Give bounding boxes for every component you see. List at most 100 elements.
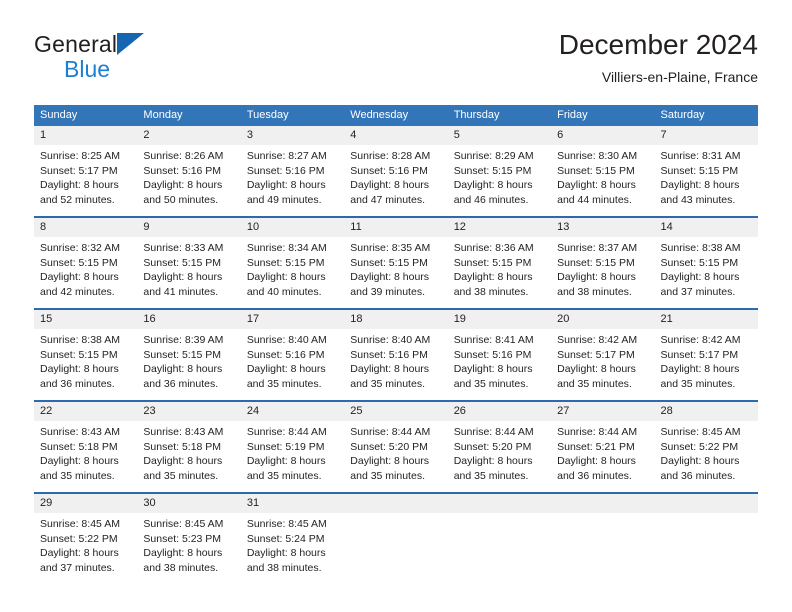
sunset-text: Sunset: 5:17 PM bbox=[660, 348, 739, 361]
day-number: 10 bbox=[240, 218, 345, 237]
day-cell[interactable]: 19 Sunrise: 8:41 AM Sunset: 5:16 PM Dayl… bbox=[447, 310, 552, 395]
triangle-icon bbox=[117, 33, 144, 55]
day-details: Sunrise: 8:45 AM Sunset: 5:22 PM Dayligh… bbox=[34, 513, 137, 575]
day-cell[interactable]: 20 Sunrise: 8:42 AM Sunset: 5:17 PM Dayl… bbox=[551, 310, 655, 395]
daylight-text-line2: and 36 minutes. bbox=[557, 469, 632, 482]
day-details: Sunrise: 8:41 AM Sunset: 5:16 PM Dayligh… bbox=[448, 329, 551, 391]
day-details: Sunrise: 8:26 AM Sunset: 5:16 PM Dayligh… bbox=[137, 145, 240, 207]
daylight-text-line1: Daylight: 8 hours bbox=[40, 363, 119, 375]
sunset-text: Sunset: 5:15 PM bbox=[40, 348, 118, 361]
sunrise-text: Sunrise: 8:37 AM bbox=[557, 242, 638, 254]
day-cell[interactable]: 10 Sunrise: 8:34 AM Sunset: 5:15 PM Dayl… bbox=[240, 218, 345, 303]
day-cell[interactable]: 25 Sunrise: 8:44 AM Sunset: 5:20 PM Dayl… bbox=[344, 402, 448, 487]
sunset-text: Sunset: 5:22 PM bbox=[660, 440, 739, 453]
sunset-text: Sunset: 5:16 PM bbox=[246, 164, 325, 177]
day-cell[interactable]: 13 Sunrise: 8:37 AM Sunset: 5:15 PM Dayl… bbox=[551, 218, 655, 303]
daylight-text-line2: and 38 minutes. bbox=[246, 561, 322, 574]
day-number bbox=[344, 494, 448, 513]
daylight-text-line2: and 35 minutes. bbox=[350, 377, 425, 390]
day-cell[interactable]: 11 Sunrise: 8:35 AM Sunset: 5:15 PM Dayl… bbox=[344, 218, 448, 303]
day-cell[interactable]: 4 Sunrise: 8:28 AM Sunset: 5:16 PM Dayli… bbox=[344, 126, 448, 211]
daylight-text-line2: and 40 minutes. bbox=[246, 285, 322, 298]
sunset-text: Sunset: 5:18 PM bbox=[143, 440, 222, 453]
day-cell[interactable]: 21 Sunrise: 8:42 AM Sunset: 5:17 PM Dayl… bbox=[654, 310, 758, 395]
daylight-text-line1: Daylight: 8 hours bbox=[557, 455, 636, 467]
day-number: 29 bbox=[34, 494, 138, 513]
daylight-text-line2: and 43 minutes. bbox=[660, 193, 736, 206]
sunrise-text: Sunrise: 8:30 AM bbox=[557, 150, 638, 162]
day-cell[interactable]: 24 Sunrise: 8:44 AM Sunset: 5:19 PM Dayl… bbox=[240, 402, 345, 487]
daylight-text-line1: Daylight: 8 hours bbox=[660, 271, 740, 283]
day-cell[interactable]: 26 Sunrise: 8:44 AM Sunset: 5:20 PM Dayl… bbox=[447, 402, 552, 487]
weekday-header-monday: Monday bbox=[143, 109, 183, 121]
daylight-text-line1: Daylight: 8 hours bbox=[453, 363, 533, 375]
sunrise-text: Sunrise: 8:34 AM bbox=[246, 242, 327, 254]
daylight-text-line2: and 52 minutes. bbox=[40, 193, 115, 206]
day-cell[interactable]: 8 Sunrise: 8:32 AM Sunset: 5:15 PM Dayli… bbox=[34, 218, 138, 303]
day-cell[interactable]: 15 Sunrise: 8:38 AM Sunset: 5:15 PM Dayl… bbox=[34, 310, 138, 395]
daylight-text-line1: Daylight: 8 hours bbox=[350, 271, 430, 283]
day-cell[interactable]: 17 Sunrise: 8:40 AM Sunset: 5:16 PM Dayl… bbox=[240, 310, 345, 395]
day-cell[interactable]: 22 Sunrise: 8:43 AM Sunset: 5:18 PM Dayl… bbox=[34, 402, 138, 487]
daylight-text-line1: Daylight: 8 hours bbox=[246, 455, 326, 467]
day-number: 12 bbox=[447, 218, 552, 237]
day-number: 16 bbox=[137, 310, 241, 329]
daylight-text-line2: and 35 minutes. bbox=[40, 469, 115, 482]
day-number: 21 bbox=[654, 310, 758, 329]
day-details: Sunrise: 8:38 AM Sunset: 5:15 PM Dayligh… bbox=[34, 329, 137, 391]
day-cell[interactable]: 16 Sunrise: 8:39 AM Sunset: 5:15 PM Dayl… bbox=[137, 310, 241, 395]
day-cell[interactable]: 23 Sunrise: 8:43 AM Sunset: 5:18 PM Dayl… bbox=[137, 402, 241, 487]
day-cell[interactable]: 14 Sunrise: 8:38 AM Sunset: 5:15 PM Dayl… bbox=[654, 218, 758, 303]
daylight-text-line2: and 39 minutes. bbox=[350, 285, 425, 298]
daylight-text-line2: and 46 minutes. bbox=[453, 193, 529, 206]
day-number: 22 bbox=[34, 402, 138, 421]
day-number: 26 bbox=[447, 402, 552, 421]
day-cell[interactable]: 1 Sunrise: 8:25 AM Sunset: 5:17 PM Dayli… bbox=[34, 126, 138, 211]
sunrise-text: Sunrise: 8:32 AM bbox=[40, 242, 120, 254]
daylight-text-line2: and 35 minutes. bbox=[453, 377, 529, 390]
day-number: 18 bbox=[344, 310, 448, 329]
day-number bbox=[551, 494, 655, 513]
day-cell[interactable]: 31 Sunrise: 8:45 AM Sunset: 5:24 PM Dayl… bbox=[240, 494, 345, 579]
sunset-text: Sunset: 5:24 PM bbox=[246, 532, 325, 545]
daylight-text-line1: Daylight: 8 hours bbox=[453, 271, 533, 283]
sunrise-text: Sunrise: 8:41 AM bbox=[453, 334, 534, 346]
day-cell[interactable]: 9 Sunrise: 8:33 AM Sunset: 5:15 PM Dayli… bbox=[137, 218, 241, 303]
day-cell[interactable]: 7 Sunrise: 8:31 AM Sunset: 5:15 PM Dayli… bbox=[654, 126, 758, 211]
sunrise-text: Sunrise: 8:36 AM bbox=[453, 242, 534, 254]
day-details bbox=[655, 513, 758, 517]
sunrise-text: Sunrise: 8:45 AM bbox=[660, 426, 741, 438]
day-cell[interactable]: 27 Sunrise: 8:44 AM Sunset: 5:21 PM Dayl… bbox=[551, 402, 655, 487]
week-row: 8 Sunrise: 8:32 AM Sunset: 5:15 PM Dayli… bbox=[34, 216, 758, 303]
calendar-page: General Blue December 2024 Villiers-en-P… bbox=[0, 0, 792, 612]
day-cell[interactable]: 12 Sunrise: 8:36 AM Sunset: 5:15 PM Dayl… bbox=[447, 218, 552, 303]
sunrise-text: Sunrise: 8:44 AM bbox=[557, 426, 638, 438]
day-cell[interactable]: 29 Sunrise: 8:45 AM Sunset: 5:22 PM Dayl… bbox=[34, 494, 138, 579]
daylight-text-line1: Daylight: 8 hours bbox=[40, 271, 119, 283]
page-header: General Blue December 2024 Villiers-en-P… bbox=[0, 0, 792, 100]
sunset-text: Sunset: 5:15 PM bbox=[660, 256, 739, 269]
day-number: 27 bbox=[551, 402, 655, 421]
daylight-text-line1: Daylight: 8 hours bbox=[350, 179, 430, 191]
weekday-header-tuesday: Tuesday bbox=[246, 109, 289, 121]
brand-logo[interactable]: General Blue bbox=[34, 31, 234, 87]
daylight-text-line1: Daylight: 8 hours bbox=[350, 363, 430, 375]
day-cell[interactable]: 2 Sunrise: 8:26 AM Sunset: 5:16 PM Dayli… bbox=[137, 126, 241, 211]
day-number: 6 bbox=[551, 126, 655, 145]
sunset-text: Sunset: 5:15 PM bbox=[143, 348, 222, 361]
day-cell[interactable]: 28 Sunrise: 8:45 AM Sunset: 5:22 PM Dayl… bbox=[654, 402, 758, 487]
daylight-text-line1: Daylight: 8 hours bbox=[143, 179, 223, 191]
day-cell-empty bbox=[447, 494, 552, 579]
daylight-text-line1: Daylight: 8 hours bbox=[350, 455, 430, 467]
day-cell[interactable]: 6 Sunrise: 8:30 AM Sunset: 5:15 PM Dayli… bbox=[551, 126, 655, 211]
day-cell[interactable]: 30 Sunrise: 8:45 AM Sunset: 5:23 PM Dayl… bbox=[137, 494, 241, 579]
day-cell[interactable]: 5 Sunrise: 8:29 AM Sunset: 5:15 PM Dayli… bbox=[447, 126, 552, 211]
day-cell[interactable]: 3 Sunrise: 8:27 AM Sunset: 5:16 PM Dayli… bbox=[240, 126, 345, 211]
daylight-text-line1: Daylight: 8 hours bbox=[557, 271, 636, 283]
weekday-header-wednesday: Wednesday bbox=[350, 109, 409, 121]
daylight-text-line2: and 38 minutes. bbox=[453, 285, 529, 298]
day-number: 15 bbox=[34, 310, 138, 329]
daylight-text-line1: Daylight: 8 hours bbox=[246, 363, 326, 375]
day-cell[interactable]: 18 Sunrise: 8:40 AM Sunset: 5:16 PM Dayl… bbox=[344, 310, 448, 395]
daylight-text-line2: and 35 minutes. bbox=[453, 469, 529, 482]
